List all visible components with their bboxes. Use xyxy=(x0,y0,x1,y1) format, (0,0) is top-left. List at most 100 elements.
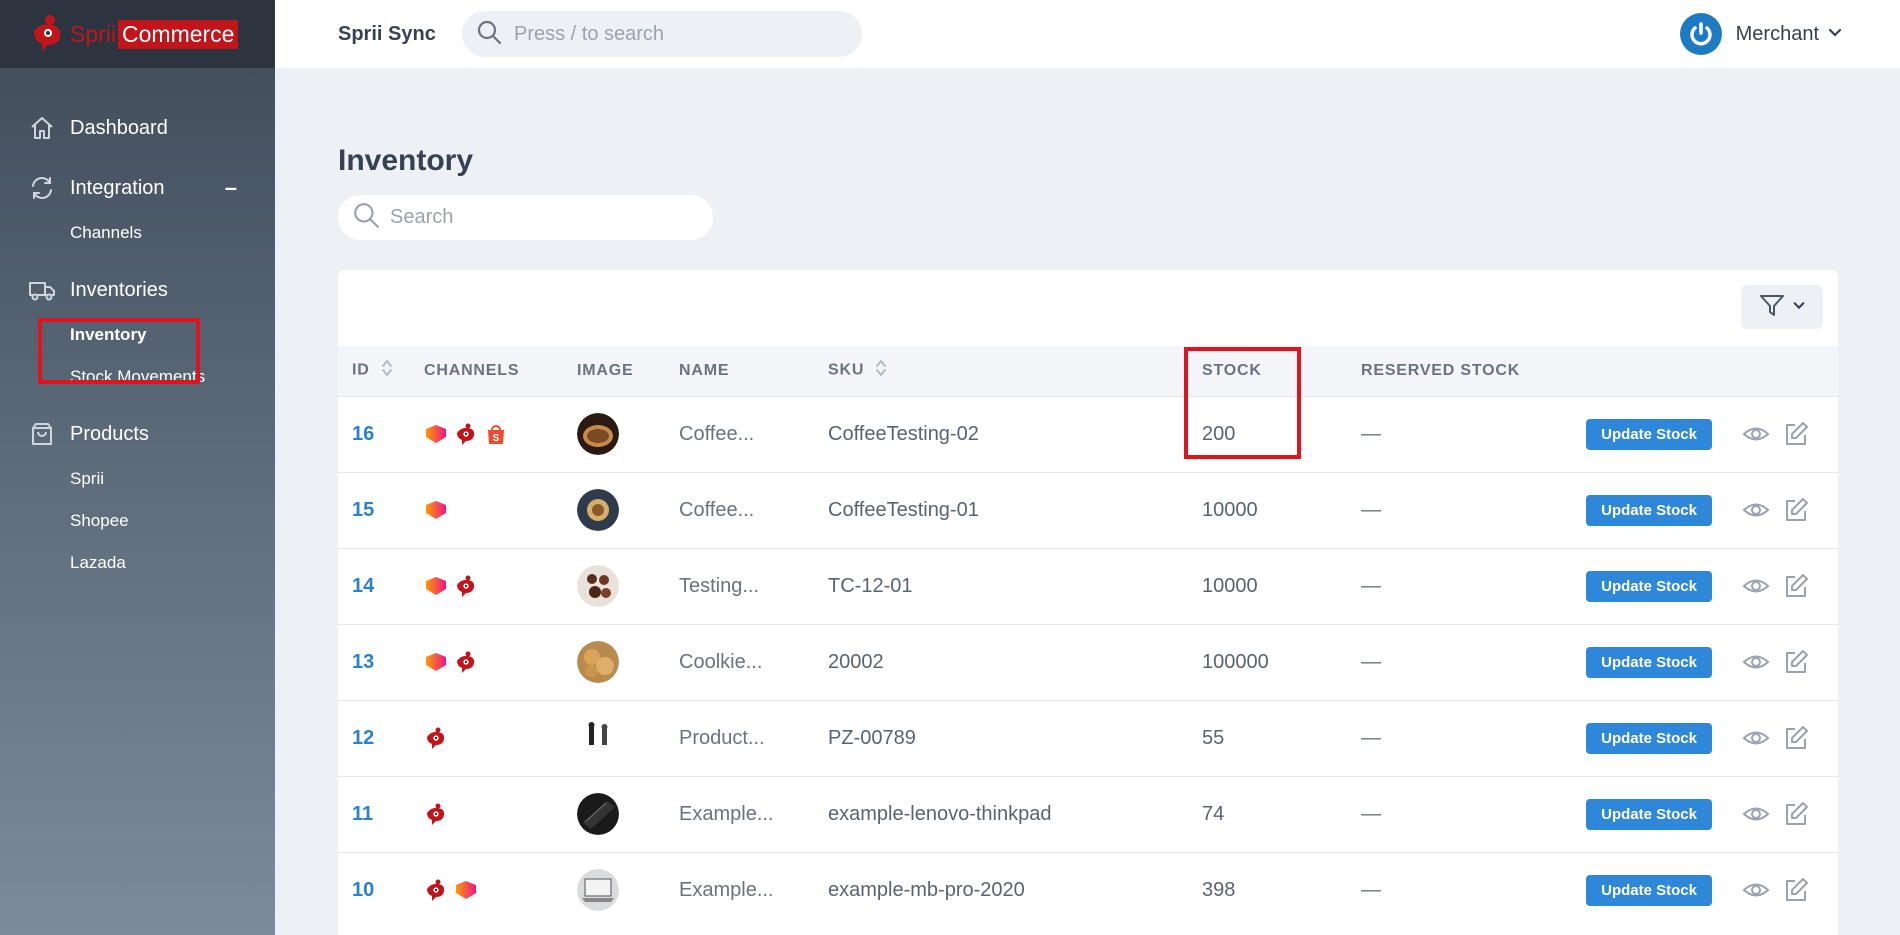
product-thumbnail xyxy=(577,717,619,759)
refresh-icon xyxy=(28,174,56,202)
sprii-channel-icon xyxy=(457,651,475,673)
product-thumbnail xyxy=(577,793,619,835)
sidebar-item-products[interactable]: Products xyxy=(0,410,275,458)
global-search[interactable] xyxy=(462,11,862,57)
row-actions: Update Stock xyxy=(1561,396,1838,472)
view-eye-icon[interactable] xyxy=(1742,724,1770,752)
logo[interactable]: Sprii Commerce xyxy=(0,0,275,68)
sidebar-item-integration[interactable]: Integration – xyxy=(0,164,275,212)
sprii-robot-logo-icon xyxy=(28,13,66,55)
table-row[interactable]: 13 Coolkie... 20002 100000 — Update Stoc… xyxy=(338,624,1838,700)
edit-icon[interactable] xyxy=(1782,496,1810,524)
row-image-cell xyxy=(577,852,679,928)
row-id-link[interactable]: 15 xyxy=(338,472,424,548)
update-stock-button[interactable]: Update Stock xyxy=(1586,646,1712,678)
row-actions: Update Stock xyxy=(1561,624,1838,700)
inventory-table: ID CHANNELS IMAGE NAME SKU STOCK RESERVE… xyxy=(338,346,1838,928)
row-id-link[interactable]: 16 xyxy=(338,396,424,472)
update-stock-button[interactable]: Update Stock xyxy=(1586,722,1712,754)
table-row[interactable]: 12 Product... PZ-00789 55 — Update Stock xyxy=(338,700,1838,776)
edit-icon[interactable] xyxy=(1782,572,1810,600)
sidebar-item-label: Inventories xyxy=(70,278,168,301)
sidebar-item-inventory[interactable]: Inventory xyxy=(0,314,275,356)
sidebar-item-dashboard[interactable]: Dashboard xyxy=(0,104,275,152)
inventory-table-card: ID CHANNELS IMAGE NAME SKU STOCK RESERVE… xyxy=(338,270,1838,935)
sidebar-item-inventories[interactable]: Inventories xyxy=(0,266,275,314)
table-row[interactable]: 15 Coffee... CoffeeTesting-01 10000 — Up… xyxy=(338,472,1838,548)
filter-icon xyxy=(1758,291,1786,324)
row-reserved-stock: — xyxy=(1361,726,1381,749)
table-row[interactable]: 16 S Coffee... CoffeeTesting-02 200 — Up… xyxy=(338,396,1838,472)
edit-icon[interactable] xyxy=(1782,724,1810,752)
row-actions: Update Stock xyxy=(1561,852,1838,928)
row-stock: 100000 xyxy=(1202,650,1269,673)
sprii-channel-icon xyxy=(457,423,475,445)
product-thumbnail xyxy=(577,641,619,683)
view-eye-icon[interactable] xyxy=(1742,572,1770,600)
lazada-channel-icon xyxy=(426,425,446,443)
update-stock-button[interactable]: Update Stock xyxy=(1586,798,1712,830)
filter-button[interactable] xyxy=(1741,285,1823,329)
user-name: Merchant xyxy=(1735,22,1819,45)
row-id-link[interactable]: 13 xyxy=(338,624,424,700)
sidebar-item-product-sprii[interactable]: Sprii xyxy=(0,458,275,500)
shopping-bag-icon xyxy=(28,420,56,448)
sidebar-item-stock-movements[interactable]: Stock Movements xyxy=(0,356,275,398)
update-stock-button[interactable]: Update Stock xyxy=(1586,418,1712,450)
table-row[interactable]: 10 Example... example-mb-pro-2020 398 — … xyxy=(338,852,1838,928)
table-toolbar xyxy=(338,270,1838,346)
brand-name: Sprii Sync xyxy=(338,22,436,45)
row-sku: example-mb-pro-2020 xyxy=(828,878,1025,901)
edit-icon[interactable] xyxy=(1782,876,1810,904)
row-reserved-stock: — xyxy=(1361,422,1381,445)
edit-icon[interactable] xyxy=(1782,648,1810,676)
update-stock-button[interactable]: Update Stock xyxy=(1586,874,1712,906)
row-image-cell xyxy=(577,700,679,776)
row-image-cell xyxy=(577,548,679,624)
svg-text:S: S xyxy=(493,433,500,444)
row-reserved-stock: — xyxy=(1361,650,1381,673)
row-id-link[interactable]: 11 xyxy=(338,776,424,852)
edit-icon[interactable] xyxy=(1782,800,1810,828)
row-sku: PZ-00789 xyxy=(828,726,916,749)
product-thumbnail xyxy=(577,869,619,912)
table-row[interactable]: 14 Testing... TC-12-01 10000 — Update St… xyxy=(338,548,1838,624)
search-icon xyxy=(476,19,502,50)
sidebar-item-product-lazada[interactable]: Lazada xyxy=(0,542,275,584)
column-header-sku[interactable]: SKU xyxy=(828,346,1202,396)
row-reserved-stock: — xyxy=(1361,802,1381,825)
inventory-search[interactable] xyxy=(338,195,713,240)
row-name: Example... xyxy=(679,878,774,901)
shopee-channel-icon: S xyxy=(488,425,504,444)
truck-icon xyxy=(28,276,56,304)
sidebar-item-channels[interactable]: Channels xyxy=(0,212,275,254)
row-channels xyxy=(424,548,577,624)
edit-icon[interactable] xyxy=(1782,420,1810,448)
user-menu[interactable]: Merchant xyxy=(1679,10,1843,58)
row-actions: Update Stock xyxy=(1561,548,1838,624)
sidebar-item-product-shopee[interactable]: Shopee xyxy=(0,500,275,542)
column-header-reserved-stock: RESERVED STOCK xyxy=(1361,361,1521,379)
row-id-link[interactable]: 12 xyxy=(338,700,424,776)
row-name: Coolkie... xyxy=(679,650,763,673)
table-body: 16 S Coffee... CoffeeTesting-02 200 — Up… xyxy=(338,396,1838,928)
table-row[interactable]: 11 Example... example-lenovo-thinkpad 74… xyxy=(338,776,1838,852)
view-eye-icon[interactable] xyxy=(1742,420,1770,448)
column-header-id[interactable]: ID xyxy=(338,346,424,396)
view-eye-icon[interactable] xyxy=(1742,648,1770,676)
view-eye-icon[interactable] xyxy=(1742,876,1770,904)
global-search-input[interactable] xyxy=(514,22,844,46)
row-id-link[interactable]: 10 xyxy=(338,852,424,928)
collapse-toggle[interactable]: – xyxy=(225,175,237,201)
row-id-link[interactable]: 14 xyxy=(338,548,424,624)
view-eye-icon[interactable] xyxy=(1742,496,1770,524)
update-stock-button[interactable]: Update Stock xyxy=(1586,570,1712,602)
row-channels xyxy=(424,776,577,852)
row-stock: 398 xyxy=(1202,878,1236,901)
inventory-search-input[interactable] xyxy=(390,206,690,229)
row-reserved-stock: — xyxy=(1361,878,1381,901)
update-stock-button[interactable]: Update Stock xyxy=(1586,494,1712,526)
row-actions: Update Stock xyxy=(1561,700,1838,776)
view-eye-icon[interactable] xyxy=(1742,800,1770,828)
row-actions: Update Stock xyxy=(1561,472,1838,548)
